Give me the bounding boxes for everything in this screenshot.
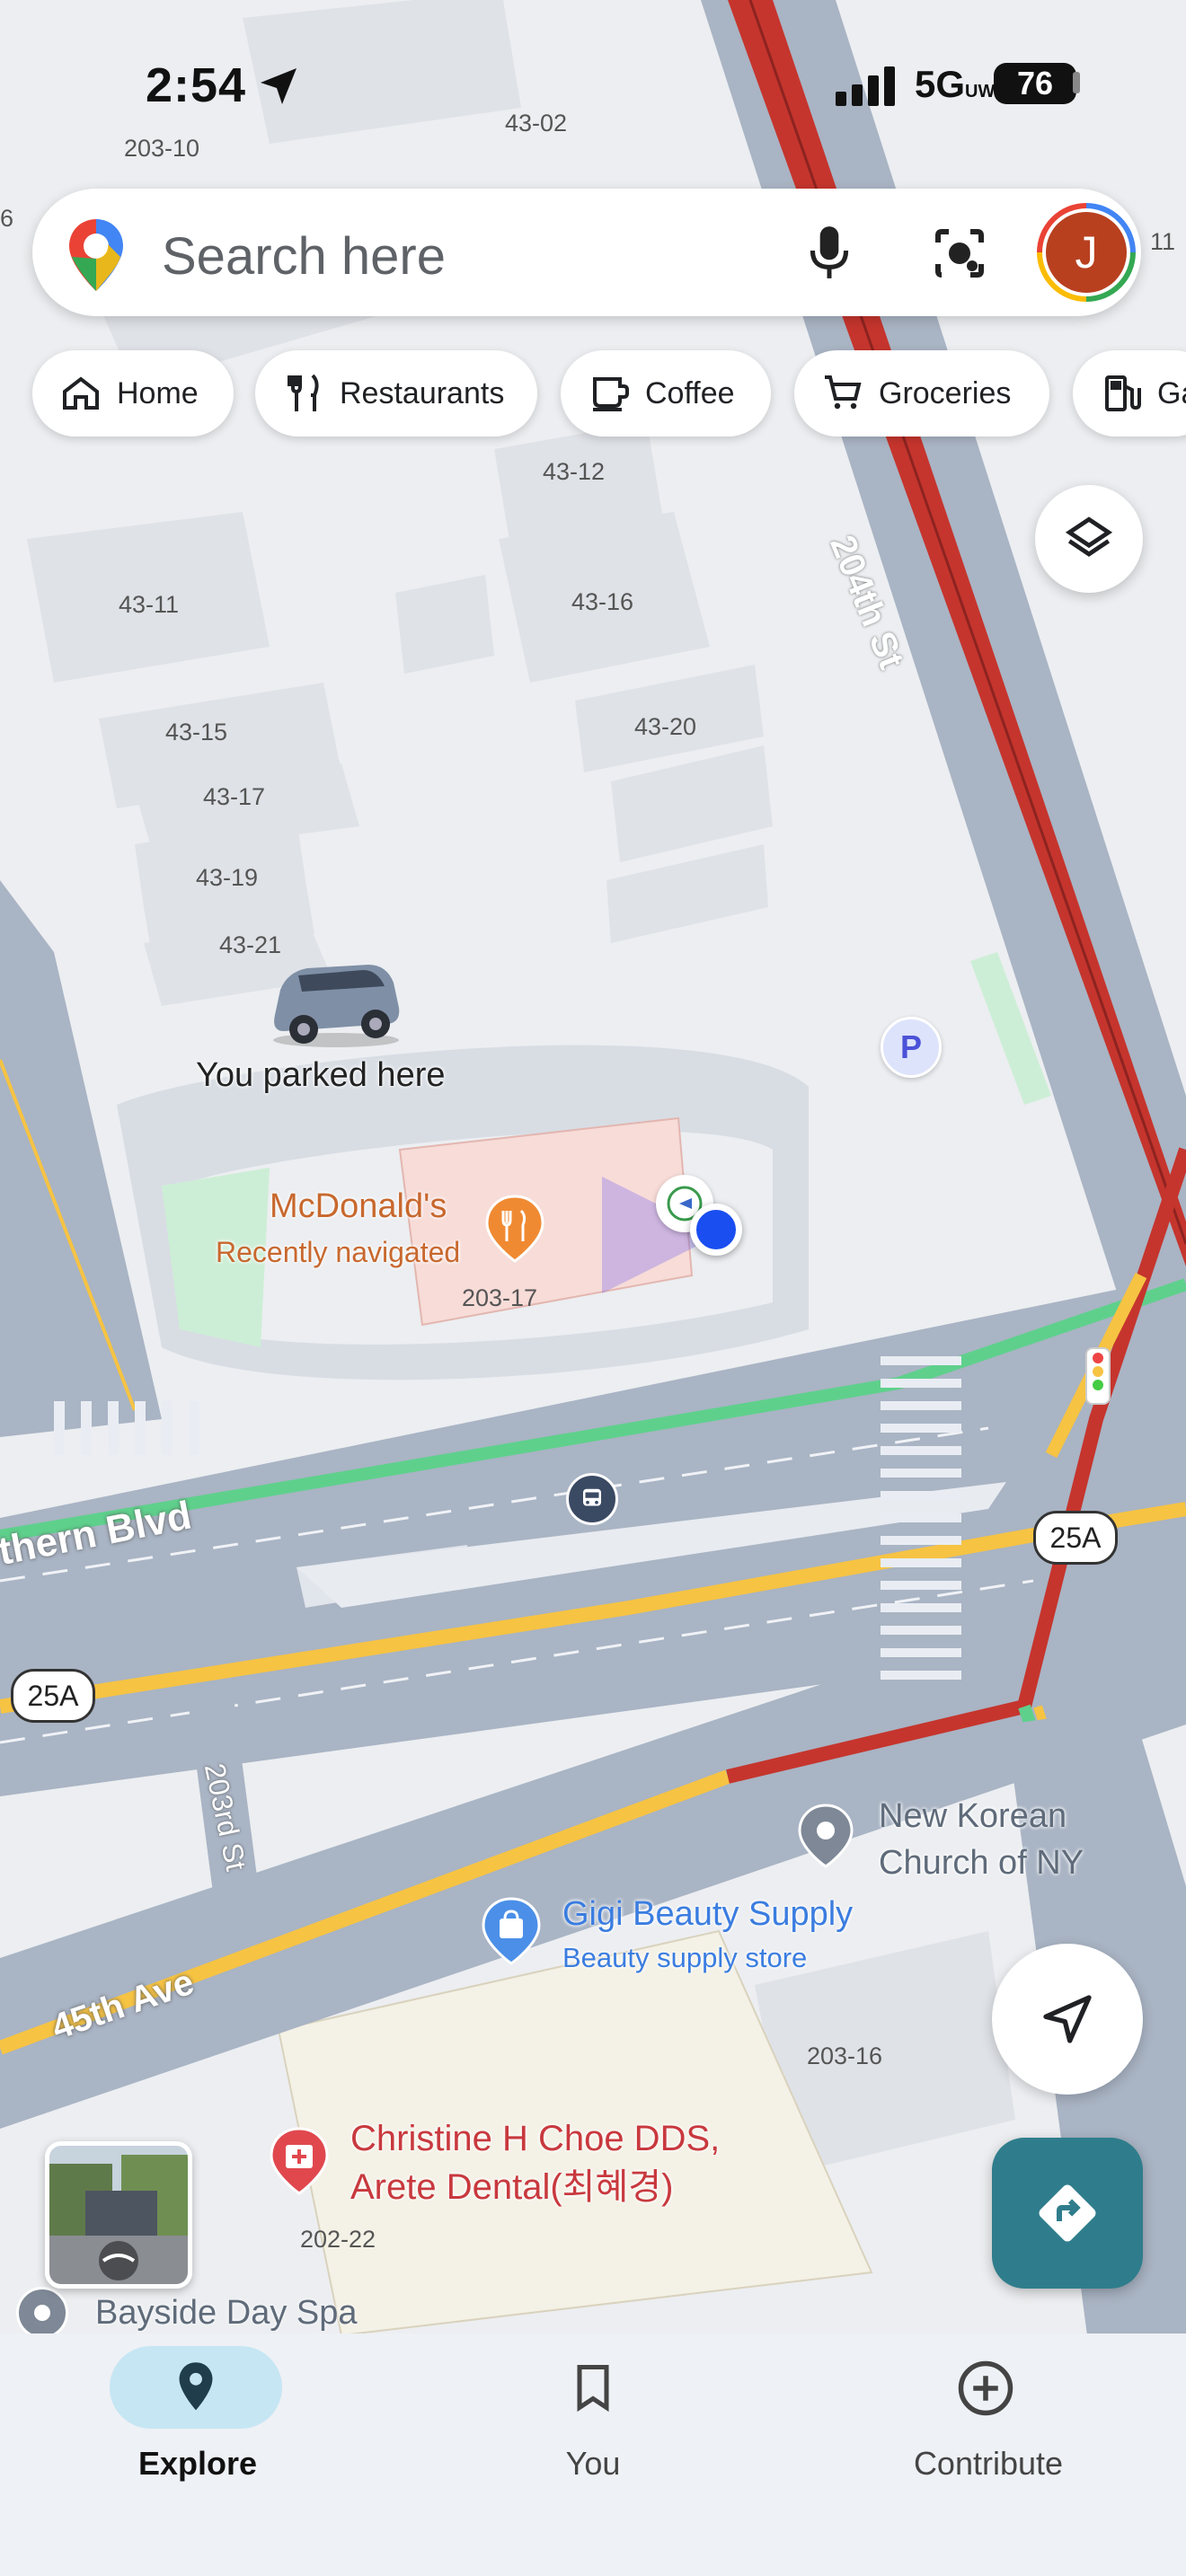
nav-contribute[interactable]: Contribute (791, 2333, 1186, 2513)
cart-icon (825, 375, 862, 410)
search-bar[interactable]: Search here J (32, 189, 1141, 316)
recenter-button[interactable] (992, 1944, 1143, 2095)
maps-pin-logo-icon (69, 219, 123, 291)
navigation-icon (1043, 1995, 1092, 2043)
pin-icon (179, 2362, 213, 2411)
restaurant-pin-icon[interactable] (485, 1195, 544, 1263)
network-label: 5G (915, 63, 966, 105)
building-number: 43-19 (196, 864, 259, 891)
chip-gas[interactable]: Ga (1073, 350, 1186, 437)
place-name-church[interactable]: New Korean Church of NY (879, 1793, 1084, 1886)
building-number: 11 (1150, 228, 1176, 255)
chip-label: Restaurants (340, 375, 505, 410)
traffic-light-icon (1085, 1347, 1111, 1405)
location-services-icon (261, 68, 296, 104)
shopping-pin-icon[interactable] (482, 1897, 541, 1965)
plus-circle-icon (958, 2360, 1013, 2416)
building-number: 43-20 (634, 713, 697, 740)
building-number: 6 (0, 205, 14, 232)
avatar-letter: J (1046, 212, 1127, 293)
layers-icon (1065, 516, 1113, 557)
place-sub-mcdonalds: Recently navigated (216, 1236, 461, 1268)
chip-home[interactable]: Home (32, 350, 234, 437)
directions-button[interactable] (992, 2138, 1143, 2289)
building-number: 203-16 (807, 2042, 883, 2069)
gas-icon (1105, 375, 1141, 411)
medical-pin-icon[interactable] (270, 2127, 329, 2195)
place-name-mcdonalds[interactable]: McDonald's (270, 1187, 447, 1226)
nav-explore-label: Explore (137, 2445, 258, 2482)
place-name-dental[interactable]: Christine H Choe DDS, Arete Dental(최혜경) (350, 2114, 720, 2211)
place-name-gigi[interactable]: Gigi Beauty Supply (562, 1895, 853, 1934)
chip-groceries[interactable]: Groceries (794, 350, 1049, 437)
street-view-thumbnail[interactable] (45, 2141, 192, 2289)
status-time: 2:54 (146, 58, 247, 112)
chip-label: Ga (1157, 375, 1186, 410)
dental-line-1: Christine H Choe DDS, (350, 2119, 721, 2158)
building-number: 43-17 (203, 783, 266, 810)
restaurant-icon (288, 374, 319, 411)
chip-label: Groceries (879, 375, 1012, 410)
building-number: 43-15 (165, 719, 228, 745)
nav-you-label: You (565, 2445, 621, 2482)
battery-tip (1073, 72, 1080, 93)
nav-contribute-label: Contribute (913, 2445, 1064, 2482)
chip-coffee[interactable]: Coffee (561, 350, 771, 437)
bus-stop-icon[interactable] (566, 1473, 618, 1525)
parking-icon[interactable]: P (881, 1017, 942, 1078)
place-sub-gigi: Beauty supply store (562, 1942, 808, 1973)
route-shield-25a: 25A (11, 1669, 95, 1723)
route-shield-25a: 25A (1033, 1511, 1118, 1565)
building-number: 202-22 (300, 2226, 376, 2253)
battery-icon: 76 (994, 63, 1076, 104)
layers-button[interactable] (1035, 485, 1143, 593)
nav-you[interactable]: You (395, 2333, 791, 2513)
chip-label: Home (117, 375, 199, 410)
directions-icon (1039, 2184, 1096, 2242)
network-sub-label: UW (965, 82, 996, 101)
building-number: 203-17 (462, 1284, 538, 1311)
bottom-navigation: Explore You Contribute (0, 2333, 1186, 2576)
nav-explore[interactable]: Explore (0, 2333, 395, 2513)
building-number: 43-12 (543, 458, 606, 485)
network-type: 5GUW (915, 63, 995, 106)
chip-restaurants[interactable]: Restaurants (255, 350, 537, 437)
coffee-icon (593, 377, 629, 411)
camera-lens-icon[interactable] (931, 225, 988, 282)
home-icon (63, 376, 99, 410)
dental-line-2: Arete Dental(최혜경) (350, 2167, 674, 2207)
avatar[interactable]: J (1037, 203, 1136, 302)
church-pin-icon[interactable] (798, 1804, 854, 1868)
cellular-signal-icon (836, 66, 895, 106)
status-bar: 2:54 5GUW 76 (0, 0, 1186, 180)
bookmark-icon (577, 2365, 609, 2413)
parked-car-icon[interactable] (262, 952, 406, 1051)
current-location-dot (690, 1204, 742, 1256)
church-line-1: New Korean (879, 1797, 1067, 1835)
chip-label: Coffee (645, 375, 735, 410)
parked-label: You parked here (196, 1056, 446, 1094)
building-number: 43-16 (571, 588, 634, 615)
microphone-icon[interactable] (807, 223, 852, 282)
place-name-spa[interactable]: Bayside Day Spa (95, 2294, 358, 2333)
church-line-2: Church of NY (879, 1844, 1084, 1882)
building-number: 43-11 (119, 591, 180, 618)
search-input[interactable]: Search here (162, 226, 446, 287)
spa-pin-icon[interactable] (16, 2287, 68, 2339)
